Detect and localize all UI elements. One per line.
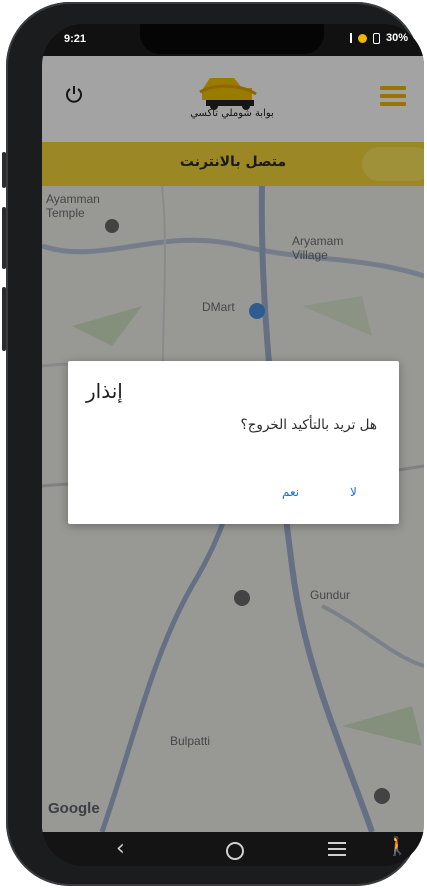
- screen: 9:21 30% Ayamman Temple Aryamam Village …: [42, 24, 424, 866]
- status-icons: 30%: [349, 32, 408, 44]
- recent-line: [328, 842, 346, 844]
- home-icon[interactable]: [226, 842, 244, 860]
- dialog-title: إنذار: [86, 379, 123, 403]
- dialog-message: هل تريد بالتأكيد الخروج؟: [240, 417, 377, 433]
- volume-up-button: [2, 152, 6, 188]
- back-icon[interactable]: ‹: [116, 836, 125, 861]
- battery-level: 30%: [385, 32, 408, 44]
- side-button: [2, 287, 6, 351]
- phone-frame: 9:21 30% Ayamman Temple Aryamam Village …: [2, 2, 424, 886]
- volume-down-button: [2, 207, 6, 269]
- battery-icon: [372, 32, 380, 44]
- location-icon: [357, 33, 367, 43]
- recent-line: [328, 854, 346, 856]
- camera-notch: [140, 24, 324, 54]
- recent-apps-icon[interactable]: [328, 842, 346, 860]
- logout-dialog: إنذار هل تريد بالتأكيد الخروج؟ نعم لا: [68, 361, 399, 524]
- no-button[interactable]: لا: [350, 485, 357, 499]
- system-nav-bar: ‹ 🚶: [42, 832, 424, 866]
- accessibility-icon[interactable]: 🚶: [386, 836, 408, 857]
- yes-button[interactable]: نعم: [282, 485, 299, 499]
- signal-icon: [349, 33, 352, 43]
- status-time: 9:21: [64, 33, 87, 45]
- status-bar: 9:21 30%: [42, 24, 424, 56]
- recent-line: [328, 848, 346, 850]
